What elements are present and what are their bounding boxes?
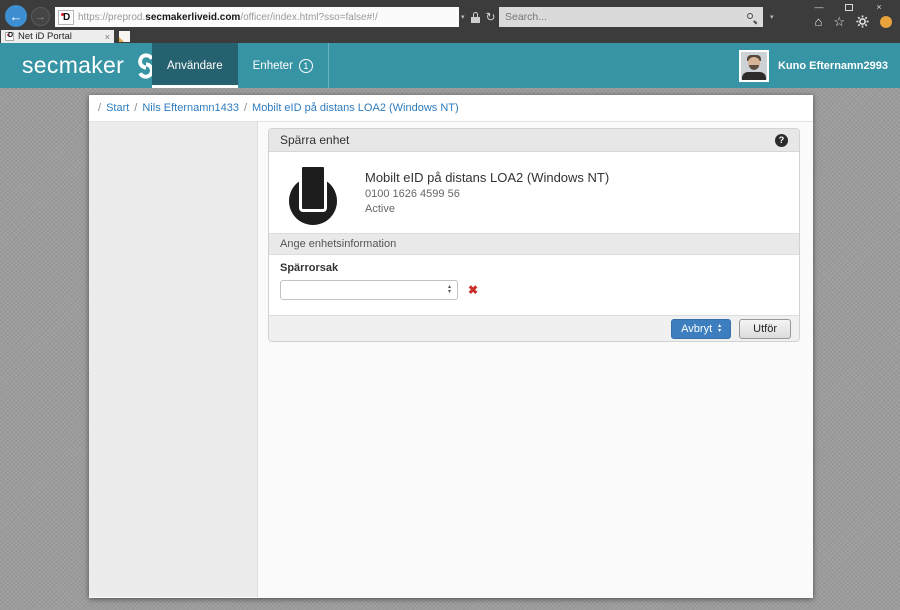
select-arrows-icon: ▴▾ bbox=[448, 285, 451, 295]
block-reason-row: ▴▾ ✖ bbox=[280, 280, 788, 300]
search-lens bbox=[747, 13, 753, 19]
url-domain: secmakerliveid.com bbox=[145, 12, 240, 23]
content-card: / Start / Nils Efternamn1433 / Mobilt eI… bbox=[89, 95, 813, 598]
device-summary: Mobilt eID på distans LOA2 (Windows NT) … bbox=[269, 152, 799, 233]
panel-header: Spärra enhet ? bbox=[269, 129, 799, 152]
feedback-smiley-icon[interactable] bbox=[880, 16, 892, 28]
tab-close-icon[interactable]: × bbox=[105, 32, 110, 42]
enheter-count-badge: 1 bbox=[299, 59, 313, 73]
tab-favicon: D bbox=[5, 32, 14, 41]
submit-label: Utför bbox=[753, 323, 777, 335]
home-icon[interactable]: ⌂ bbox=[814, 15, 822, 28]
page-background: / Start / Nils Efternamn1433 / Mobilt eI… bbox=[0, 88, 900, 610]
back-arrow-icon: ← bbox=[10, 9, 23, 24]
device-status: Active bbox=[365, 203, 609, 215]
forward-button[interactable]: → bbox=[31, 7, 50, 26]
back-button[interactable]: ← bbox=[5, 5, 27, 27]
nav-tab-enheter[interactable]: Enheter 1 bbox=[238, 43, 328, 88]
tab-title: Net iD Portal bbox=[18, 31, 101, 42]
address-bar[interactable]: D https://preprod.secmakerliveid.com/off… bbox=[55, 7, 459, 27]
submit-button[interactable]: Utför bbox=[739, 319, 791, 339]
avatar-beard bbox=[749, 65, 759, 70]
url-path: /officer/index.html?sso=false#!/ bbox=[240, 12, 377, 23]
browser-toolbar-icons: ⌂ ☆ bbox=[814, 15, 892, 28]
help-icon[interactable]: ? bbox=[775, 134, 788, 147]
tab-bar: D Net iD Portal × bbox=[0, 30, 900, 43]
breadcrumb-separator: / bbox=[98, 102, 101, 114]
app-header: secmaker Användare Enheter 1 Kuno bbox=[0, 43, 900, 88]
cancel-label: Avbryt bbox=[681, 323, 712, 335]
main-content: Spärra enhet ? Mobilt eID på distans LOA… bbox=[258, 122, 813, 597]
tab-favicon-letter: D bbox=[8, 32, 13, 39]
forward-arrow-icon: → bbox=[35, 11, 46, 23]
panel-title: Spärra enhet bbox=[280, 133, 349, 147]
section-title: Ange enhetsinformation bbox=[280, 238, 396, 250]
favorites-star-icon[interactable]: ☆ bbox=[833, 15, 845, 28]
favicon-letter: D bbox=[63, 12, 70, 23]
block-reason-select[interactable]: ▴▾ bbox=[280, 280, 458, 300]
window-controls: — × bbox=[804, 0, 894, 14]
nav-tab-label: Enheter bbox=[253, 60, 293, 72]
breadcrumb-link-device[interactable]: Mobilt eID på distans LOA2 (Windows NT) bbox=[252, 102, 459, 114]
minimize-button[interactable]: — bbox=[804, 0, 834, 14]
browser-chrome: — × ← → D https://preprod.secmakerliveid… bbox=[0, 0, 900, 43]
user-name: Kuno Efternamn2993 bbox=[778, 60, 888, 72]
maximize-button[interactable] bbox=[834, 0, 864, 14]
cancel-button[interactable]: Avbryt ▴▾ bbox=[671, 319, 731, 339]
device-icon-phone bbox=[299, 164, 327, 212]
breadcrumb-link-start[interactable]: Start bbox=[106, 102, 129, 114]
maximize-icon bbox=[845, 4, 853, 11]
sidebar bbox=[89, 122, 258, 597]
section-header: Ange enhetsinformation bbox=[269, 233, 799, 255]
settings-gear-icon[interactable] bbox=[856, 15, 869, 28]
cancel-arrows-icon: ▴▾ bbox=[718, 324, 721, 334]
breadcrumb-link-user[interactable]: Nils Efternamn1433 bbox=[142, 102, 239, 114]
close-button[interactable]: × bbox=[864, 0, 894, 14]
url-text: https://preprod.secmakerliveid.com/offic… bbox=[78, 12, 378, 23]
search-dropdown-icon[interactable]: ▾ bbox=[770, 13, 774, 21]
required-x-icon: ✖ bbox=[468, 283, 478, 297]
main-nav: Användare Enheter 1 bbox=[152, 43, 329, 88]
form-area: Spärrorsak ▴▾ ✖ bbox=[269, 255, 799, 315]
search-handle bbox=[753, 20, 757, 24]
url-prefix: https://preprod. bbox=[78, 12, 145, 23]
breadcrumb-separator: / bbox=[244, 102, 247, 114]
nav-divider bbox=[328, 43, 329, 88]
new-tab-button[interactable] bbox=[119, 31, 130, 42]
browser-tab[interactable]: D Net iD Portal × bbox=[1, 30, 114, 43]
device-number: 0100 1626 4599 56 bbox=[365, 188, 609, 200]
panel-footer: Avbryt ▴▾ Utför bbox=[269, 315, 799, 341]
search-input[interactable] bbox=[505, 11, 746, 23]
mobile-device-icon bbox=[289, 164, 337, 226]
url-dropdown-icon[interactable]: ▾ bbox=[461, 13, 465, 21]
security-lock-icon[interactable] bbox=[471, 12, 480, 23]
breadcrumb: / Start / Nils Efternamn1433 / Mobilt eI… bbox=[89, 95, 813, 122]
block-device-panel: Spärra enhet ? Mobilt eID på distans LOA… bbox=[268, 128, 800, 342]
logo-text: secmaker bbox=[22, 52, 124, 79]
nav-tab-label: Användare bbox=[167, 60, 223, 72]
search-icon[interactable] bbox=[746, 12, 757, 23]
address-bar-icons: ▾ ↻ bbox=[461, 7, 496, 27]
nav-tab-anvandare[interactable]: Användare bbox=[152, 43, 238, 88]
refresh-icon[interactable]: ↻ bbox=[486, 10, 496, 24]
block-reason-label: Spärrorsak bbox=[280, 262, 788, 274]
browser-search-box[interactable] bbox=[499, 7, 763, 27]
avatar bbox=[739, 50, 769, 82]
secmaker-logo[interactable]: secmaker bbox=[22, 43, 159, 88]
screen: — × ← → D https://preprod.secmakerliveid… bbox=[0, 0, 900, 610]
device-name: Mobilt eID på distans LOA2 (Windows NT) bbox=[365, 170, 609, 185]
avatar-torso bbox=[742, 72, 766, 81]
user-menu[interactable]: Kuno Efternamn2993 bbox=[739, 43, 888, 88]
breadcrumb-separator: / bbox=[134, 102, 137, 114]
card-body: Spärra enhet ? Mobilt eID på distans LOA… bbox=[89, 122, 813, 597]
lock-body bbox=[471, 17, 480, 23]
site-favicon: D bbox=[58, 10, 74, 25]
device-info: Mobilt eID på distans LOA2 (Windows NT) … bbox=[365, 170, 609, 215]
